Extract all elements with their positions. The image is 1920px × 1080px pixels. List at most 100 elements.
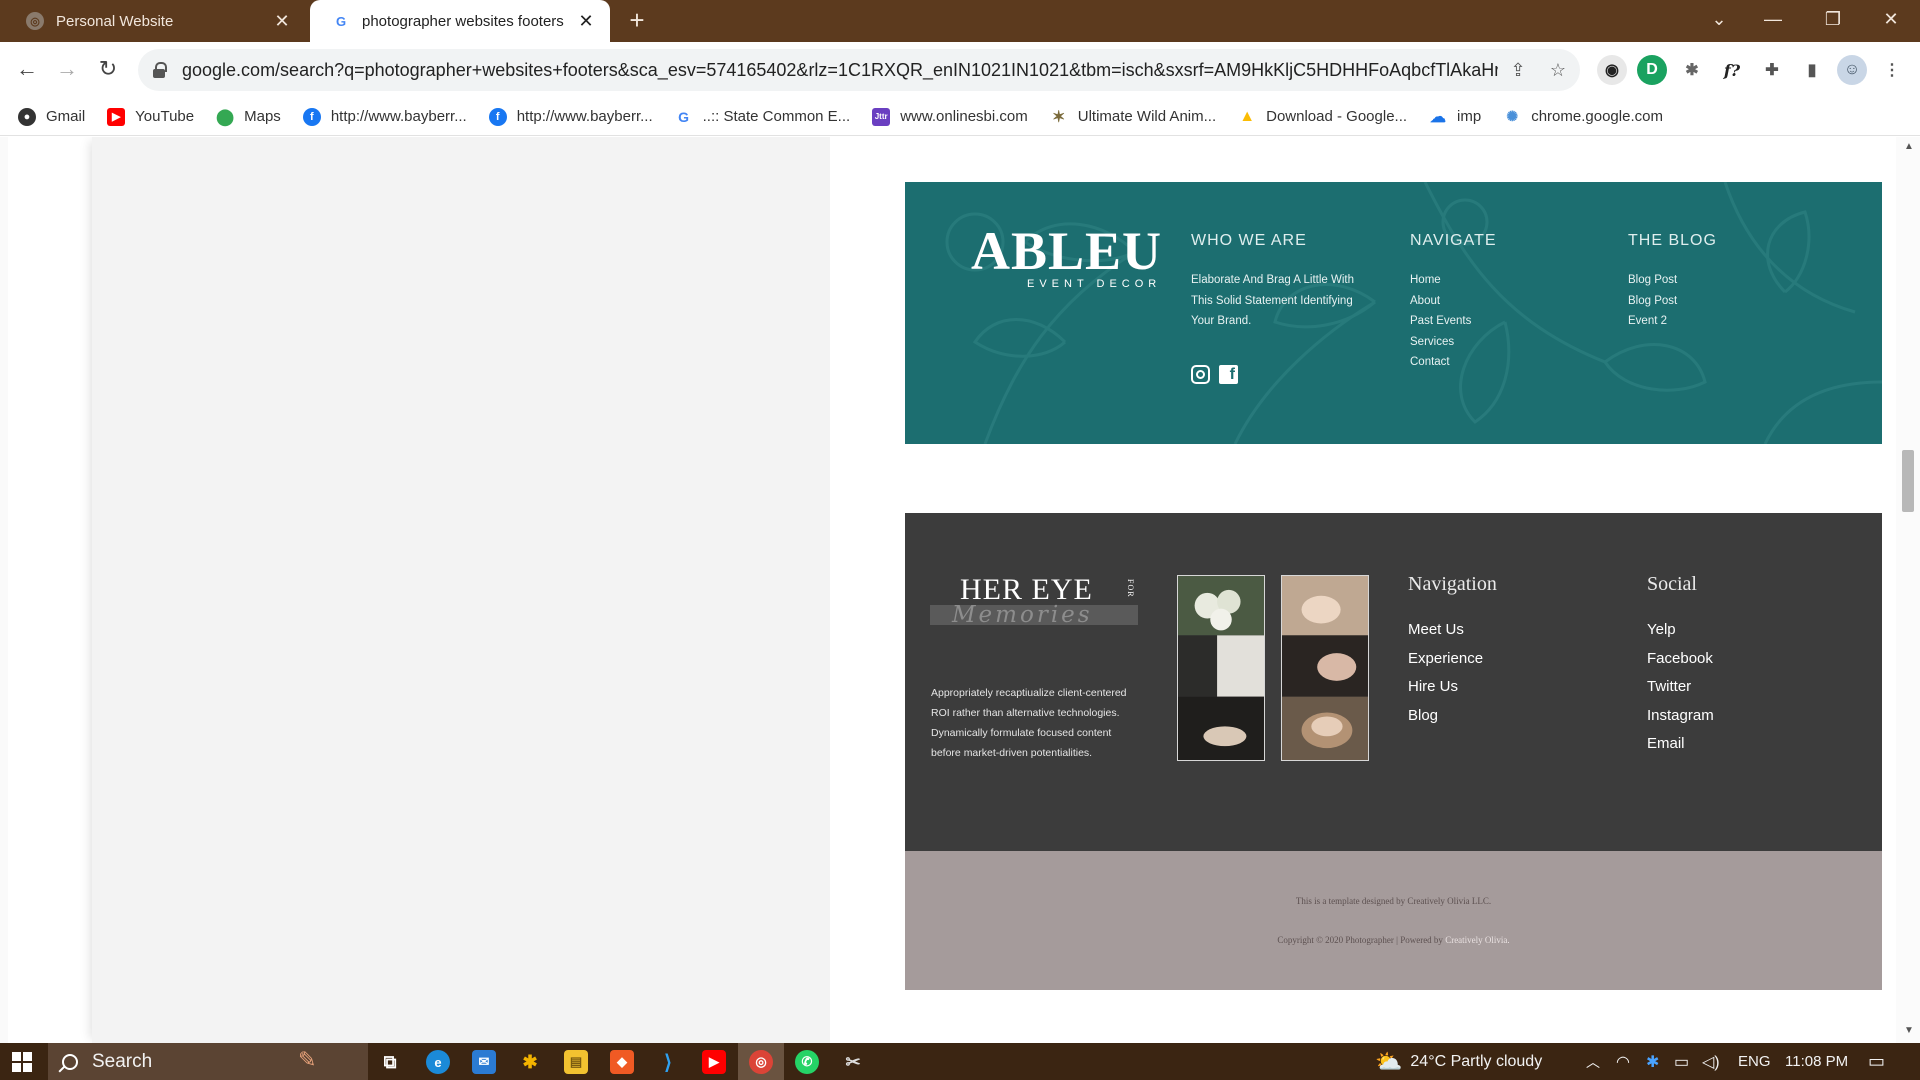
lock-icon[interactable] — [152, 62, 168, 78]
bookmark-chrome-store[interactable]: ✺ chrome.google.com — [1503, 108, 1663, 126]
url-text[interactable]: google.com/search?q=photographer+website… — [182, 60, 1498, 81]
blog-link[interactable]: Blog Post — [1628, 291, 1717, 312]
nav-link-services[interactable]: Services — [1410, 332, 1497, 353]
extensions-puzzle-icon[interactable]: ✚ — [1757, 55, 1787, 85]
bookmark-star-icon[interactable]: ☆ — [1546, 58, 1570, 82]
new-tab-button[interactable]: + — [622, 6, 652, 36]
social-link-facebook[interactable]: Facebook — [1647, 645, 1714, 674]
bookmark-bayberry-2[interactable]: f http://www.bayberr... — [488, 107, 653, 126]
blog-link[interactable]: Blog Post — [1628, 270, 1717, 291]
nav-link-meet-us[interactable]: Meet Us — [1408, 616, 1497, 645]
facebook-icon[interactable]: f — [1219, 365, 1238, 384]
formula-extension-icon[interactable]: f? — [1717, 55, 1747, 85]
share-icon[interactable]: ⇪ — [1506, 58, 1530, 82]
blog-column: THE BLOG Blog Post Blog Post Event 2 — [1628, 232, 1717, 332]
nav-link-home[interactable]: Home — [1410, 270, 1497, 291]
brave-icon[interactable]: ◆ — [610, 1050, 634, 1074]
notification-icon[interactable]: ▭ — [1868, 1043, 1885, 1080]
wedding-photo-strip[interactable] — [1177, 575, 1265, 761]
ableu-social-icons: f — [1191, 365, 1238, 384]
incognito-extension-icon[interactable]: ◉ — [1597, 55, 1627, 85]
chrome-icon[interactable]: ◎ — [749, 1050, 773, 1074]
bookmark-wild-animals[interactable]: ✶ Ultimate Wild Anim... — [1050, 108, 1216, 126]
battery-icon[interactable]: ▭ — [1674, 1043, 1689, 1080]
scroll-down-arrow-icon[interactable]: ▼ — [1904, 1025, 1914, 1036]
bookmark-bayberry-1[interactable]: f http://www.bayberr... — [302, 107, 467, 126]
clock[interactable]: 11:08 PM — [1785, 1043, 1848, 1080]
social-link-yelp[interactable]: Yelp — [1647, 616, 1714, 645]
bookmark-onlinesbi[interactable]: Jttr www.onlinesbi.com — [872, 107, 1028, 126]
copyright-line: Copyright © 2020 Photographer | Powered … — [905, 935, 1882, 945]
close-icon[interactable]: ✕ — [272, 11, 292, 32]
volume-icon[interactable]: ◁) — [1702, 1043, 1720, 1080]
instagram-icon[interactable] — [1191, 365, 1210, 384]
menu-kebab-icon[interactable]: ⋮ — [1877, 55, 1907, 85]
ableu-logo[interactable]: ABLEU EVENT DECOR — [971, 224, 1171, 290]
browser-toolbar: ← → ↻ google.com/search?q=photographer+w… — [0, 42, 1920, 98]
vertical-scrollbar[interactable]: ▲ ▼ — [1896, 137, 1920, 1043]
close-icon[interactable]: ✕ — [576, 11, 596, 32]
scrollbar-thumb[interactable] — [1902, 450, 1914, 512]
bookmark-google-drive[interactable]: ▲ Download - Google... — [1238, 108, 1407, 126]
youtube-app-icon[interactable]: ▶ — [702, 1050, 726, 1074]
tab-personal-website[interactable]: ◎ Personal Website ✕ — [4, 0, 306, 42]
bookmark-maps[interactable]: ⬤ Maps — [216, 108, 281, 126]
github-icon: ● — [18, 107, 36, 126]
file-explorer-icon[interactable]: ▤ — [564, 1050, 588, 1074]
task-view-icon[interactable]: ⧉ — [378, 1050, 402, 1074]
close-window-icon[interactable]: ✕ — [1868, 0, 1914, 38]
profile-avatar[interactable]: ☺ — [1837, 55, 1867, 85]
nav-link-blog[interactable]: Blog — [1408, 702, 1497, 731]
windows-start-icon[interactable] — [12, 1052, 32, 1072]
facebook-icon: f — [488, 107, 507, 126]
blog-link[interactable]: Event 2 — [1628, 311, 1717, 332]
social-link-email[interactable]: Email — [1647, 730, 1714, 759]
restore-icon[interactable]: ❐ — [1810, 0, 1856, 38]
bug-extension-icon[interactable]: ✱ — [1677, 55, 1707, 85]
creatively-olivia-link[interactable]: Creatively Olivia. — [1445, 935, 1509, 945]
tab-photographer-footers[interactable]: G photographer websites footers ✕ — [310, 0, 610, 42]
address-bar[interactable]: google.com/search?q=photographer+website… — [138, 49, 1580, 91]
navigation-column: Navigation Meet Us Experience Hire Us Bl… — [1408, 573, 1497, 730]
back-arrow-icon[interactable]: ← — [12, 54, 42, 84]
bookmarks-bar: ● Gmail ▶ YouTube ⬤ Maps f http://www.bayber… — [0, 98, 1920, 136]
side-panel-icon[interactable]: ▮ — [1797, 55, 1827, 85]
mail-icon[interactable]: ✉ — [472, 1050, 496, 1074]
globe-icon: ◎ — [26, 12, 44, 30]
bookmark-state-common[interactable]: G ..:: State Common E... — [675, 108, 850, 126]
hereye-logo[interactable]: HER EYE FOR Memories — [930, 573, 1140, 639]
edge-icon[interactable]: e — [426, 1050, 450, 1074]
tab-search-chevron-icon[interactable]: ⌄ — [1696, 0, 1742, 38]
nav-link-past-events[interactable]: Past Events — [1410, 311, 1497, 332]
bookmark-imp[interactable]: ☁ imp — [1429, 108, 1481, 126]
bookmark-label: Gmail — [46, 108, 86, 125]
language-indicator[interactable]: ENG — [1738, 1043, 1771, 1080]
taskbar-search[interactable]: Search ✎ — [48, 1043, 368, 1080]
scroll-up-arrow-icon[interactable]: ▲ — [1904, 141, 1914, 152]
logo-for: FOR — [1126, 579, 1135, 598]
bluetooth-icon[interactable]: ✱ — [1646, 1043, 1659, 1080]
whatsapp-icon[interactable]: ✆ — [795, 1050, 819, 1074]
reload-icon[interactable]: ↻ — [93, 54, 123, 84]
nav-link-hire-us[interactable]: Hire Us — [1408, 673, 1497, 702]
bookmark-youtube[interactable]: ▶ YouTube — [107, 107, 194, 126]
vscode-icon[interactable]: ⟩ — [656, 1050, 680, 1074]
grammar-extension-icon[interactable]: D — [1637, 55, 1667, 85]
nav-link-experience[interactable]: Experience — [1408, 645, 1497, 674]
nav-link-contact[interactable]: Contact — [1410, 352, 1497, 373]
nav-link-about[interactable]: About — [1410, 291, 1497, 312]
social-link-instagram[interactable]: Instagram — [1647, 702, 1714, 731]
show-hidden-icons-chevron[interactable]: ︿ — [1586, 1043, 1600, 1080]
footer-ableu-preview[interactable]: ABLEU EVENT DECOR WHO WE ARE Elaborate A… — [905, 182, 1882, 444]
minimize-icon[interactable]: — — [1750, 0, 1796, 38]
social-link-twitter[interactable]: Twitter — [1647, 673, 1714, 702]
photos-pinwheel-icon[interactable]: ✱ — [518, 1050, 542, 1074]
bookmark-gmail[interactable]: ● Gmail — [18, 107, 86, 126]
forward-arrow-icon[interactable]: → — [52, 54, 82, 84]
chrome-web-icon: ✺ — [1506, 108, 1519, 124]
footer-hereye-preview[interactable]: HER EYE FOR Memories Appropriately recap… — [905, 513, 1882, 851]
weather-widget[interactable]: ⛅ 24°C Partly cloudy — [1375, 1043, 1542, 1080]
snip-tool-icon[interactable]: ✂ — [841, 1050, 865, 1074]
wifi-icon[interactable]: ◠ — [1616, 1043, 1630, 1080]
baby-photo-strip[interactable] — [1281, 575, 1369, 761]
